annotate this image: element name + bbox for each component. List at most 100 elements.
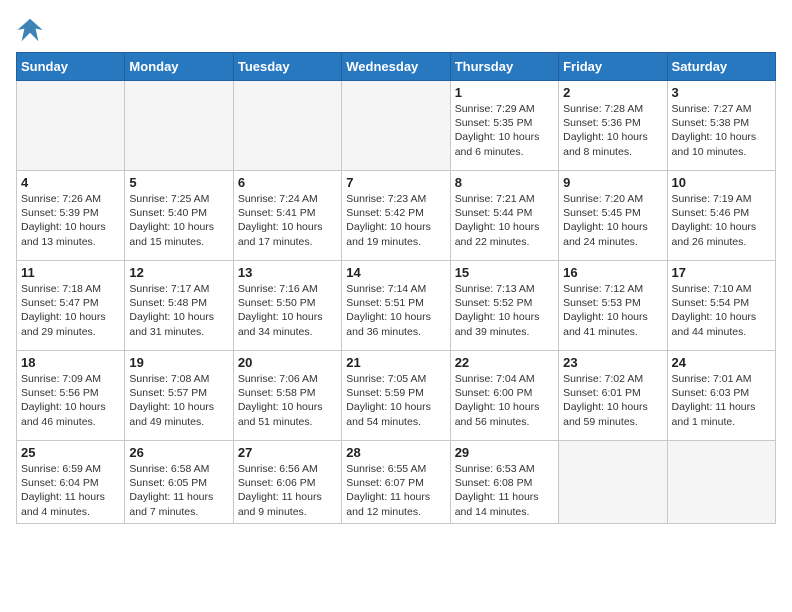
- calendar-day-cell: 16 Sunrise: 7:12 AM Sunset: 5:53 PM Dayli…: [559, 261, 667, 351]
- day-number: 15: [455, 265, 554, 280]
- calendar-day-cell: 19 Sunrise: 7:08 AM Sunset: 5:57 PM Dayli…: [125, 351, 233, 441]
- day-info: Sunrise: 6:59 AM Sunset: 6:04 PM Dayligh…: [21, 462, 120, 519]
- calendar-day-cell: 29 Sunrise: 6:53 AM Sunset: 6:08 PM Dayli…: [450, 441, 558, 524]
- day-info: Sunrise: 7:08 AM Sunset: 5:57 PM Dayligh…: [129, 372, 228, 429]
- calendar-day-cell: 25 Sunrise: 6:59 AM Sunset: 6:04 PM Dayli…: [17, 441, 125, 524]
- day-number: 10: [672, 175, 771, 190]
- day-number: 22: [455, 355, 554, 370]
- day-number: 12: [129, 265, 228, 280]
- calendar-day-cell: 5 Sunrise: 7:25 AM Sunset: 5:40 PM Daylig…: [125, 171, 233, 261]
- calendar-day-cell: 3 Sunrise: 7:27 AM Sunset: 5:38 PM Daylig…: [667, 81, 775, 171]
- day-info: Sunrise: 7:27 AM Sunset: 5:38 PM Dayligh…: [672, 102, 771, 159]
- day-number: 17: [672, 265, 771, 280]
- day-info: Sunrise: 7:16 AM Sunset: 5:50 PM Dayligh…: [238, 282, 337, 339]
- day-number: 25: [21, 445, 120, 460]
- calendar-day-cell: [233, 81, 341, 171]
- logo: [16, 16, 48, 44]
- day-info: Sunrise: 7:02 AM Sunset: 6:01 PM Dayligh…: [563, 372, 662, 429]
- day-info: Sunrise: 7:13 AM Sunset: 5:52 PM Dayligh…: [455, 282, 554, 339]
- calendar-header: SundayMondayTuesdayWednesdayThursdayFrid…: [17, 53, 776, 81]
- calendar-day-cell: 4Sunrise: 7:26 AM Sunset: 5:39 PM Daylig…: [17, 171, 125, 261]
- day-number: 27: [238, 445, 337, 460]
- day-info: Sunrise: 7:06 AM Sunset: 5:58 PM Dayligh…: [238, 372, 337, 429]
- day-info: Sunrise: 6:58 AM Sunset: 6:05 PM Dayligh…: [129, 462, 228, 519]
- day-number: 5: [129, 175, 228, 190]
- day-number: 23: [563, 355, 662, 370]
- calendar-day-cell: 9Sunrise: 7:20 AM Sunset: 5:45 PM Daylig…: [559, 171, 667, 261]
- day-number: 18: [21, 355, 120, 370]
- calendar-day-cell: [342, 81, 450, 171]
- day-number: 29: [455, 445, 554, 460]
- day-number: 8: [455, 175, 554, 190]
- day-info: Sunrise: 7:23 AM Sunset: 5:42 PM Dayligh…: [346, 192, 445, 249]
- calendar-table: SundayMondayTuesdayWednesdayThursdayFrid…: [16, 52, 776, 524]
- calendar-day-cell: 12 Sunrise: 7:17 AM Sunset: 5:48 PM Dayli…: [125, 261, 233, 351]
- day-info: Sunrise: 7:28 AM Sunset: 5:36 PM Dayligh…: [563, 102, 662, 159]
- day-info: Sunrise: 7:29 AM Sunset: 5:35 PM Dayligh…: [455, 102, 554, 159]
- calendar-day-cell: 2 Sunrise: 7:28 AM Sunset: 5:36 PM Daylig…: [559, 81, 667, 171]
- day-number: 2: [563, 85, 662, 100]
- weekday-header: Saturday: [667, 53, 775, 81]
- calendar-day-cell: 28Sunrise: 6:55 AM Sunset: 6:07 PM Dayli…: [342, 441, 450, 524]
- calendar-day-cell: 7 Sunrise: 7:23 AM Sunset: 5:42 PM Daylig…: [342, 171, 450, 261]
- day-number: 19: [129, 355, 228, 370]
- logo-bird-icon: [16, 16, 44, 44]
- calendar-day-cell: 11Sunrise: 7:18 AM Sunset: 5:47 PM Dayli…: [17, 261, 125, 351]
- calendar-week-row: 4Sunrise: 7:26 AM Sunset: 5:39 PM Daylig…: [17, 171, 776, 261]
- calendar-day-cell: [559, 441, 667, 524]
- day-info: Sunrise: 7:18 AM Sunset: 5:47 PM Dayligh…: [21, 282, 120, 339]
- day-info: Sunrise: 7:21 AM Sunset: 5:44 PM Dayligh…: [455, 192, 554, 249]
- day-number: 24: [672, 355, 771, 370]
- calendar-day-cell: 6 Sunrise: 7:24 AM Sunset: 5:41 PM Daylig…: [233, 171, 341, 261]
- day-number: 28: [346, 445, 445, 460]
- weekday-header: Sunday: [17, 53, 125, 81]
- calendar-day-cell: 17 Sunrise: 7:10 AM Sunset: 5:54 PM Dayli…: [667, 261, 775, 351]
- calendar-week-row: 1 Sunrise: 7:29 AM Sunset: 5:35 PM Daylig…: [17, 81, 776, 171]
- day-info: Sunrise: 7:10 AM Sunset: 5:54 PM Dayligh…: [672, 282, 771, 339]
- day-number: 14: [346, 265, 445, 280]
- day-info: Sunrise: 7:09 AM Sunset: 5:56 PM Dayligh…: [21, 372, 120, 429]
- day-number: 1: [455, 85, 554, 100]
- calendar-day-cell: 15 Sunrise: 7:13 AM Sunset: 5:52 PM Dayli…: [450, 261, 558, 351]
- day-number: 21: [346, 355, 445, 370]
- weekday-header: Monday: [125, 53, 233, 81]
- day-info: Sunrise: 7:14 AM Sunset: 5:51 PM Dayligh…: [346, 282, 445, 339]
- weekday-header: Wednesday: [342, 53, 450, 81]
- day-number: 9: [563, 175, 662, 190]
- day-info: Sunrise: 7:05 AM Sunset: 5:59 PM Dayligh…: [346, 372, 445, 429]
- day-info: Sunrise: 7:12 AM Sunset: 5:53 PM Dayligh…: [563, 282, 662, 339]
- day-number: 3: [672, 85, 771, 100]
- day-info: Sunrise: 7:17 AM Sunset: 5:48 PM Dayligh…: [129, 282, 228, 339]
- day-info: Sunrise: 7:24 AM Sunset: 5:41 PM Dayligh…: [238, 192, 337, 249]
- calendar-day-cell: 27 Sunrise: 6:56 AM Sunset: 6:06 PM Dayli…: [233, 441, 341, 524]
- day-number: 20: [238, 355, 337, 370]
- calendar-day-cell: [125, 81, 233, 171]
- weekday-header: Friday: [559, 53, 667, 81]
- weekday-header: Thursday: [450, 53, 558, 81]
- calendar-day-cell: [17, 81, 125, 171]
- day-number: 13: [238, 265, 337, 280]
- calendar-day-cell: 18 Sunrise: 7:09 AM Sunset: 5:56 PM Dayli…: [17, 351, 125, 441]
- weekday-header: Tuesday: [233, 53, 341, 81]
- day-info: Sunrise: 6:56 AM Sunset: 6:06 PM Dayligh…: [238, 462, 337, 519]
- calendar-day-cell: 21 Sunrise: 7:05 AM Sunset: 5:59 PM Dayli…: [342, 351, 450, 441]
- day-info: Sunrise: 7:04 AM Sunset: 6:00 PM Dayligh…: [455, 372, 554, 429]
- calendar-week-row: 11Sunrise: 7:18 AM Sunset: 5:47 PM Dayli…: [17, 261, 776, 351]
- day-number: 6: [238, 175, 337, 190]
- day-info: Sunrise: 6:53 AM Sunset: 6:08 PM Dayligh…: [455, 462, 554, 519]
- day-number: 16: [563, 265, 662, 280]
- calendar-day-cell: 1 Sunrise: 7:29 AM Sunset: 5:35 PM Daylig…: [450, 81, 558, 171]
- calendar-day-cell: 23 Sunrise: 7:02 AM Sunset: 6:01 PM Dayli…: [559, 351, 667, 441]
- day-number: 26: [129, 445, 228, 460]
- calendar-day-cell: 8 Sunrise: 7:21 AM Sunset: 5:44 PM Daylig…: [450, 171, 558, 261]
- calendar-week-row: 25 Sunrise: 6:59 AM Sunset: 6:04 PM Dayli…: [17, 441, 776, 524]
- calendar-day-cell: 24 Sunrise: 7:01 AM Sunset: 6:03 PM Dayli…: [667, 351, 775, 441]
- day-info: Sunrise: 7:19 AM Sunset: 5:46 PM Dayligh…: [672, 192, 771, 249]
- day-number: 7: [346, 175, 445, 190]
- day-number: 4: [21, 175, 120, 190]
- day-info: Sunrise: 7:25 AM Sunset: 5:40 PM Dayligh…: [129, 192, 228, 249]
- calendar-day-cell: [667, 441, 775, 524]
- day-info: Sunrise: 7:01 AM Sunset: 6:03 PM Dayligh…: [672, 372, 771, 429]
- calendar-day-cell: 14 Sunrise: 7:14 AM Sunset: 5:51 PM Dayli…: [342, 261, 450, 351]
- page-header: [16, 16, 776, 44]
